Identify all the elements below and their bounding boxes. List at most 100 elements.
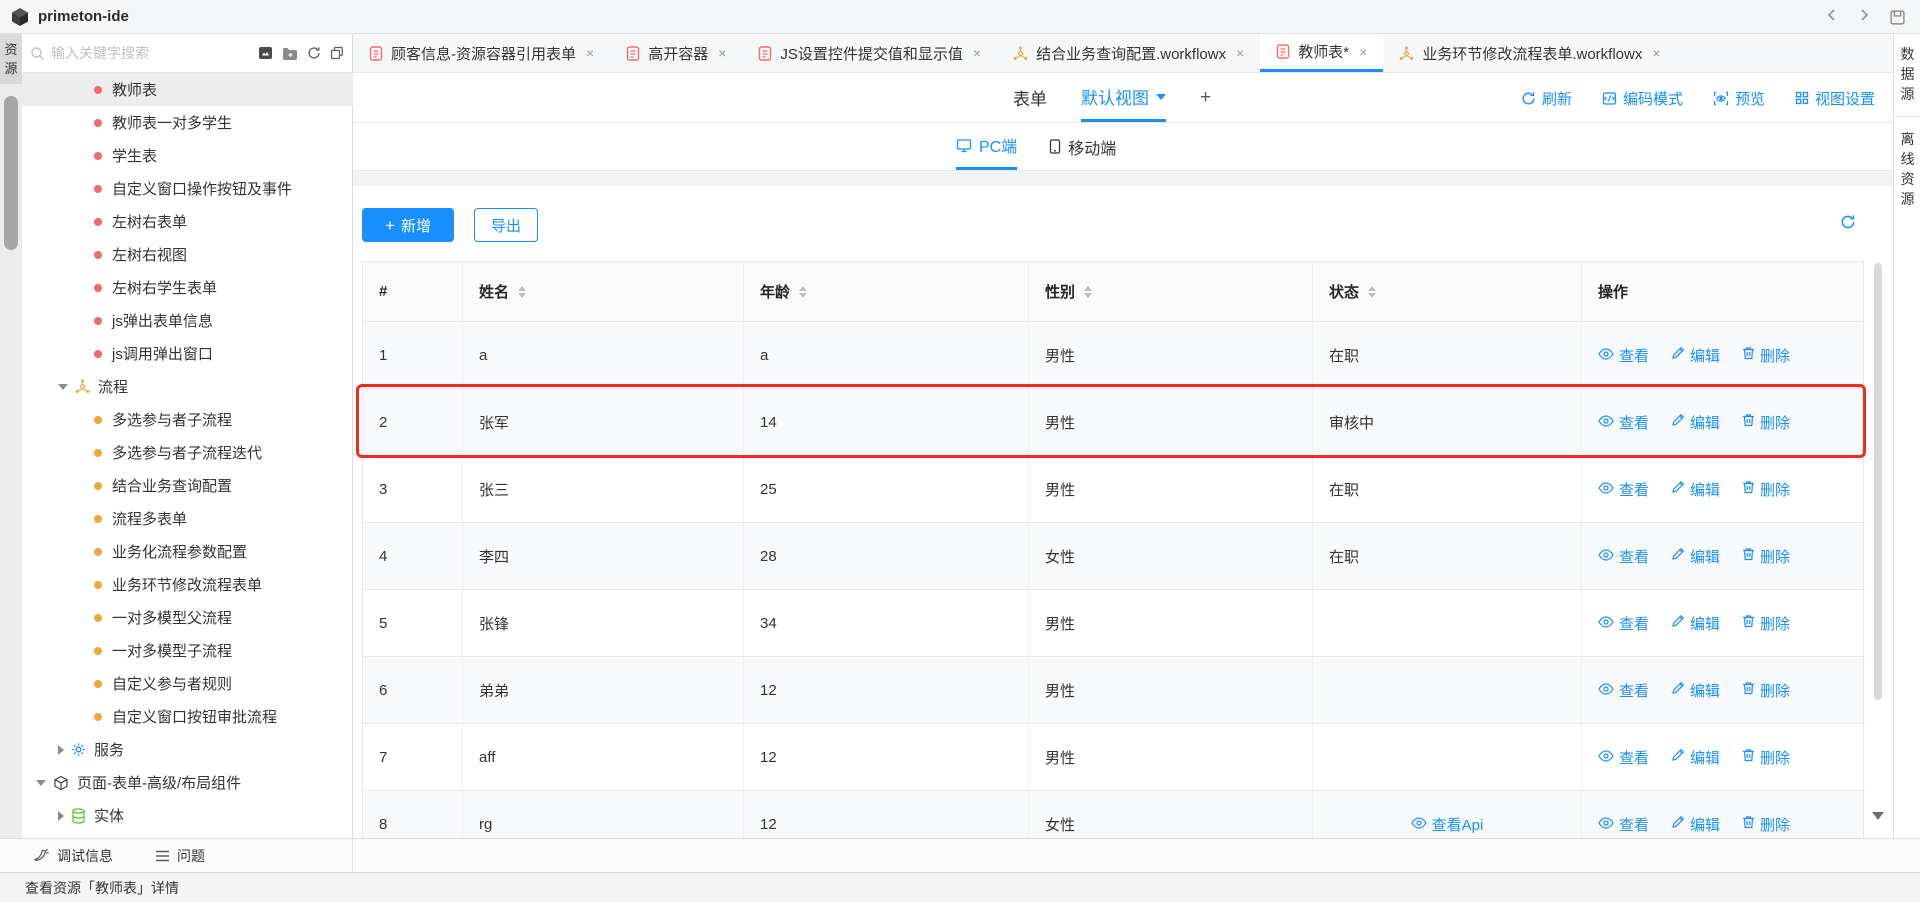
tree-item[interactable]: 自定义窗口按钮审批流程	[22, 700, 353, 733]
view-action-link[interactable]: 查看	[1598, 479, 1649, 500]
caret-down-icon[interactable]	[36, 780, 46, 786]
edit-action-link[interactable]: 编辑	[1671, 680, 1720, 701]
file-tab[interactable]: JS设置控件提交值和显示值×	[742, 34, 997, 72]
close-icon[interactable]: ×	[1236, 45, 1244, 61]
tree-item[interactable]: 流程多表单	[22, 502, 353, 535]
tree-item[interactable]: 左树右视图	[22, 238, 353, 271]
delete-action-link[interactable]: 删除	[1742, 546, 1790, 567]
sort-icon[interactable]	[1084, 286, 1092, 298]
tree-item[interactable]: 实体	[22, 799, 353, 832]
delete-action-link[interactable]: 删除	[1742, 479, 1790, 500]
delete-action-link[interactable]: 删除	[1742, 613, 1790, 634]
toolbar-refresh-button[interactable]: 刷新	[1521, 88, 1572, 109]
view-action-link[interactable]: 查看	[1598, 680, 1649, 701]
tree-item[interactable]: 流程	[22, 370, 353, 403]
view-action-link[interactable]: 查看	[1598, 747, 1649, 768]
close-icon[interactable]: ×	[1652, 45, 1660, 61]
table-refresh-icon[interactable]	[1840, 214, 1856, 230]
tree-item[interactable]: 服务	[22, 733, 353, 766]
export-button[interactable]: 导出	[474, 208, 538, 242]
sort-icon[interactable]	[799, 286, 807, 298]
file-tab[interactable]: 业务环节修改流程表单.workflowx×	[1383, 34, 1676, 72]
add-view-button[interactable]: +	[1200, 73, 1211, 122]
file-tab[interactable]: 顾客信息-资源容器引用表单×	[353, 34, 610, 72]
save-window-icon[interactable]	[1889, 9, 1906, 26]
tree-item[interactable]: 学生表	[22, 139, 353, 172]
view-action-link[interactable]: 查看	[1598, 412, 1649, 433]
strip-tab-offline-resources[interactable]: 离线资源	[1894, 119, 1920, 219]
view-action-link[interactable]: 查看	[1598, 546, 1649, 567]
close-icon[interactable]: ×	[718, 45, 726, 61]
tree-item[interactable]: 结合业务查询配置	[22, 469, 353, 502]
caret-down-icon[interactable]	[58, 384, 68, 390]
view-action-link[interactable]: 查看	[1598, 814, 1649, 835]
tree-item[interactable]: 业务化流程参数配置	[22, 535, 353, 568]
tree-item[interactable]: 业务环节修改流程表单	[22, 568, 353, 601]
tree-item[interactable]: 左树右学生表单	[22, 271, 353, 304]
edit-action-link[interactable]: 编辑	[1671, 412, 1720, 433]
edit-action-link[interactable]: 编辑	[1671, 747, 1720, 768]
tree-item[interactable]: 页面-表单-高级/布局组件	[22, 766, 353, 799]
device-tab-mobile[interactable]: 移动端	[1049, 123, 1116, 170]
nav-forward-icon[interactable]	[1857, 8, 1871, 27]
tree-item[interactable]: 多选参与者子流程迭代	[22, 436, 353, 469]
strip-tab-resources[interactable]: 资源	[0, 34, 22, 84]
edit-action-link[interactable]: 编辑	[1671, 814, 1720, 835]
column-header[interactable]: 年龄	[744, 262, 1029, 322]
delete-action-link[interactable]: 删除	[1742, 680, 1790, 701]
tab-form[interactable]: 表单	[1013, 73, 1047, 122]
new-form-icon[interactable]	[258, 46, 273, 60]
search-input[interactable]	[51, 45, 254, 61]
scroll-down-arrow-icon[interactable]	[1872, 812, 1884, 820]
view-action-link[interactable]: 查看	[1598, 613, 1649, 634]
column-header[interactable]: 性别	[1029, 262, 1313, 322]
edit-action-link[interactable]: 编辑	[1671, 546, 1720, 567]
toolbar-code-button[interactable]: 编码模式	[1602, 88, 1683, 109]
toolbar-preview-button[interactable]: 预览	[1713, 88, 1765, 109]
sort-icon[interactable]	[1368, 286, 1376, 298]
sort-icon[interactable]	[518, 286, 526, 298]
issues-tab[interactable]: 问题	[155, 846, 205, 866]
tree-item[interactable]: 一对多模型父流程	[22, 601, 353, 634]
tree-item[interactable]: 多选参与者子流程	[22, 403, 353, 436]
sidebar-scrollbar[interactable]	[4, 96, 18, 250]
content-scrollbar[interactable]	[1874, 263, 1882, 700]
file-tab[interactable]: 教师表*×	[1260, 34, 1383, 72]
add-button[interactable]: +新增	[362, 208, 454, 242]
column-header[interactable]: 状态	[1313, 262, 1582, 322]
delete-action-link[interactable]: 删除	[1742, 412, 1790, 433]
caret-right-icon[interactable]	[58, 811, 64, 821]
tree-item[interactable]: js弹出表单信息	[22, 304, 353, 337]
file-tab[interactable]: 结合业务查询配置.workflowx×	[997, 34, 1260, 72]
collapse-all-icon[interactable]	[330, 46, 344, 60]
tree-item[interactable]: 教师表一对多学生	[22, 106, 353, 139]
view-action-link[interactable]: 查看	[1598, 345, 1649, 366]
delete-action-link[interactable]: 删除	[1742, 747, 1790, 768]
delete-action-link[interactable]: 删除	[1742, 345, 1790, 366]
refresh-icon[interactable]	[307, 46, 321, 60]
close-icon[interactable]: ×	[973, 45, 981, 61]
edit-action-link[interactable]: 编辑	[1671, 613, 1720, 634]
nav-back-icon[interactable]	[1825, 8, 1839, 27]
tree-item[interactable]: 自定义窗口操作按钮及事件	[22, 172, 353, 205]
close-icon[interactable]: ×	[586, 45, 594, 61]
tree-item[interactable]: 左树右表单	[22, 205, 353, 238]
column-header[interactable]: 姓名	[463, 262, 744, 322]
tree-item[interactable]: 教师表	[22, 73, 353, 106]
tab-default-view[interactable]: 默认视图	[1081, 73, 1166, 122]
file-tab[interactable]: 高开容器×	[610, 34, 742, 72]
view-api-link[interactable]: 查看Api	[1411, 814, 1484, 835]
new-folder-icon[interactable]	[282, 47, 298, 60]
edit-action-link[interactable]: 编辑	[1671, 479, 1720, 500]
delete-action-link[interactable]: 删除	[1742, 814, 1790, 835]
tree-item[interactable]: 一对多模型子流程	[22, 634, 353, 667]
close-icon[interactable]: ×	[1359, 44, 1367, 60]
device-tab-pc[interactable]: PC端	[956, 123, 1017, 170]
tree-item[interactable]: js调用弹出窗口	[22, 337, 353, 370]
tree-item[interactable]: 自定义参与者规则	[22, 667, 353, 700]
edit-action-link[interactable]: 编辑	[1671, 345, 1720, 366]
debug-info-tab[interactable]: 调试信息	[33, 846, 113, 866]
strip-tab-datasource[interactable]: 数据源	[1894, 34, 1920, 114]
toolbar-grid-button[interactable]: 视图设置	[1795, 88, 1875, 109]
caret-right-icon[interactable]	[58, 745, 64, 755]
